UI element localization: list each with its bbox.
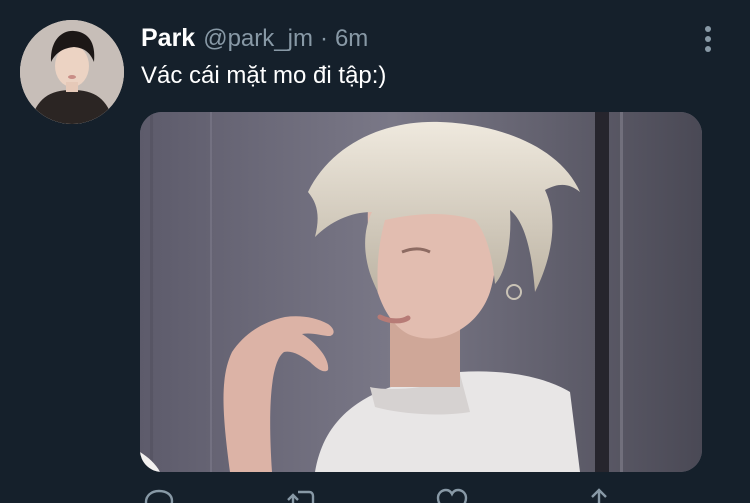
heart-icon[interactable]	[435, 486, 469, 503]
more-dot	[705, 36, 711, 42]
tweet[interactable]: Park @park_jm · 6m Vác cái mặt mo đi tập…	[0, 0, 750, 503]
tweet-header: Park @park_jm · 6m	[141, 24, 368, 56]
user-handle[interactable]: @park_jm	[203, 25, 313, 53]
media-photo	[140, 112, 702, 472]
reply-icon[interactable]	[142, 486, 176, 503]
more-dot	[705, 46, 711, 52]
more-dot	[705, 26, 711, 32]
more-vertical-icon[interactable]	[700, 26, 716, 52]
avatar-image	[20, 20, 124, 124]
tweet-actions	[0, 486, 750, 503]
retweet-icon[interactable]	[285, 486, 319, 503]
tweet-text: Vác cái mặt mo đi tập:)	[141, 62, 387, 89]
display-name[interactable]: Park	[141, 24, 195, 53]
timestamp[interactable]: 6m	[335, 25, 368, 53]
share-icon[interactable]	[582, 486, 616, 503]
separator-dot: ·	[319, 25, 328, 52]
tweet-media-image[interactable]	[140, 112, 702, 472]
avatar[interactable]	[20, 20, 124, 124]
